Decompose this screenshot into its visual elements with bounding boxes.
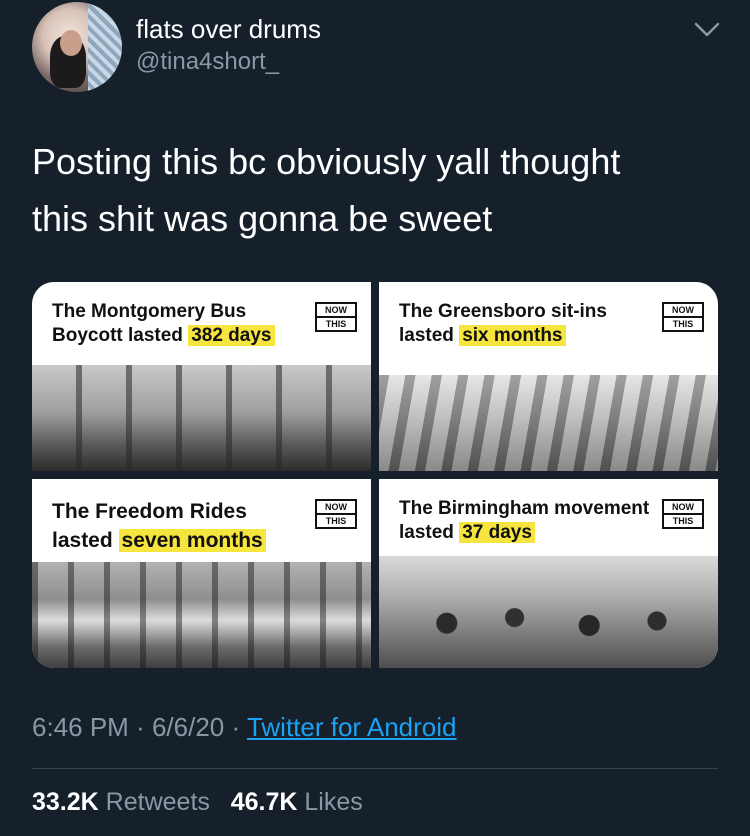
media-card-freedom-rides[interactable]: The Freedom Rides lasted seven months NO…	[32, 479, 371, 668]
freedom-bus-photo	[32, 562, 371, 668]
tweet-media[interactable]: The Montgomery Bus Boycott lasted 382 da…	[32, 282, 718, 668]
now-this-logo: NOW THIS	[315, 499, 357, 529]
retweets-label: Retweets	[105, 788, 210, 816]
meta-separator: ·	[231, 712, 241, 742]
meta-separator: ·	[136, 712, 145, 742]
media-card-birmingham[interactable]: The Birmingham movement lasted 37 days N…	[379, 479, 718, 668]
card-caption: The Montgomery Bus Boycott lasted 382 da…	[52, 300, 312, 348]
author-display-name[interactable]: flats over drums	[136, 14, 321, 45]
tweet-text: Posting this bc obviously yall thought t…	[32, 141, 621, 239]
bus-photo	[32, 365, 371, 471]
likes-label: Likes	[304, 788, 363, 816]
media-card-montgomery[interactable]: The Montgomery Bus Boycott lasted 382 da…	[32, 282, 371, 471]
retweets-count: 33.2K	[32, 788, 99, 816]
media-card-greensboro[interactable]: The Greensboro sit-ins lasted six months…	[379, 282, 718, 471]
likes-count: 46.7K	[230, 788, 298, 816]
tweet-time[interactable]: 6:46 PM	[32, 712, 129, 742]
author-avatar[interactable]	[32, 2, 122, 92]
now-this-logo: NOW THIS	[662, 499, 704, 529]
card-caption: The Birmingham movement lasted 37 days	[399, 498, 650, 543]
card-caption: The Freedom Rides lasted seven months	[52, 497, 312, 555]
now-this-logo: NOW THIS	[315, 302, 357, 332]
crowd-photo	[379, 556, 718, 668]
author-handle[interactable]: @tina4short_	[136, 48, 279, 76]
tweet-date[interactable]: 6/6/20	[152, 712, 224, 742]
likes-stat[interactable]: 46.7K Likes	[231, 788, 363, 816]
chevron-down-icon[interactable]	[690, 16, 724, 44]
now-this-logo: NOW THIS	[662, 302, 704, 332]
retweets-stat[interactable]: 33.2K Retweets	[32, 788, 210, 816]
tweet-metadata: 6:46 PM · 6/6/20 · Twitter for Android	[32, 712, 456, 743]
divider	[32, 768, 718, 769]
tweet-stats: 33.2K Retweets 46.7K Likes	[32, 788, 363, 817]
card-caption: The Greensboro sit-ins lasted six months	[399, 301, 607, 346]
tweet-source-link[interactable]: Twitter for Android	[247, 712, 457, 742]
sit-in-photo	[379, 375, 718, 471]
